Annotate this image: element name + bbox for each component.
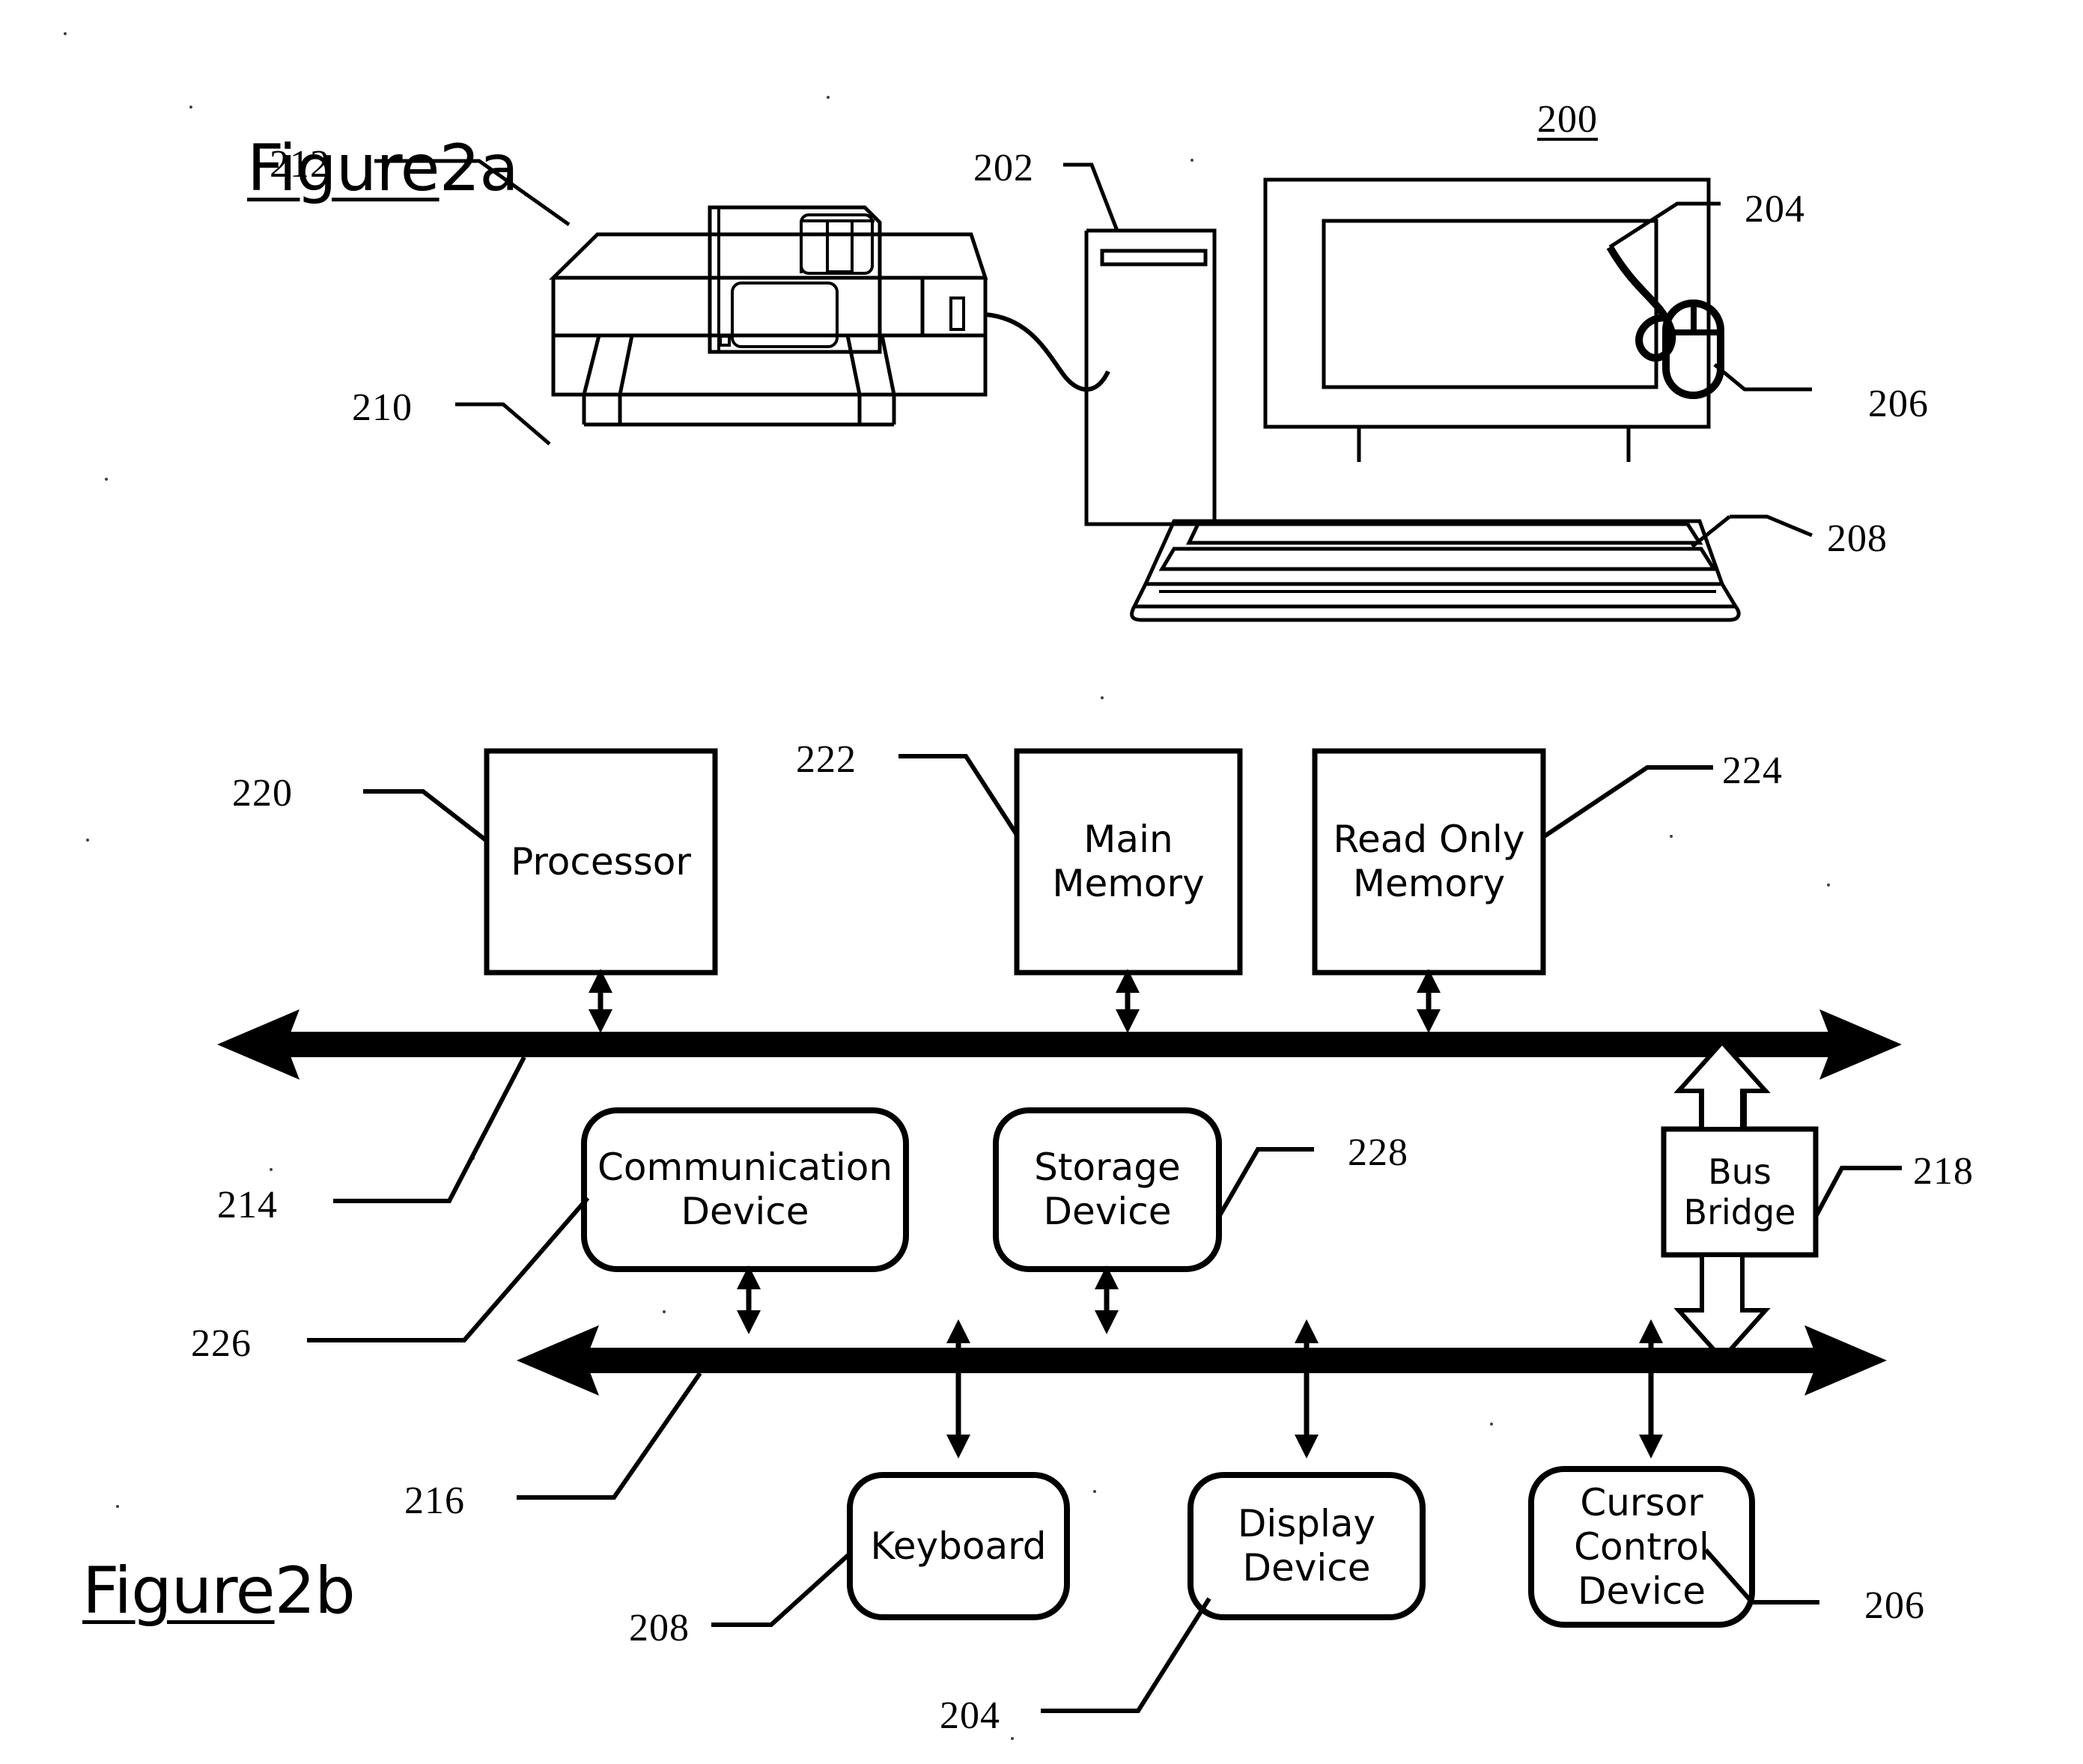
scan-speck (827, 96, 830, 99)
scan-speck (1190, 159, 1193, 162)
scan-speck (1101, 696, 1104, 699)
scan-speck (524, 193, 527, 196)
leader-222 (898, 754, 1019, 836)
arrows-to-bottom-boxes (955, 1325, 1654, 1453)
scan-speck (64, 32, 67, 35)
ref-220: 220 (232, 772, 293, 815)
figure-2b-title-word: Figure (82, 1554, 276, 1628)
bus-bridge-hollow-arrow-down (1673, 1253, 1771, 1363)
leader-226 (307, 1196, 590, 1342)
primary-bus-bar (217, 1009, 1902, 1080)
scan-speck (270, 1168, 273, 1171)
box-storage-device (993, 1107, 1222, 1272)
box-bus-bridge (1661, 1126, 1819, 1258)
ref-222: 222 (796, 738, 857, 781)
leader-210 (455, 402, 551, 445)
leader-218 (1813, 1166, 1902, 1218)
figure-vector-layer (217, 159, 1902, 1713)
box-cursor-control-device (1528, 1466, 1755, 1628)
ref-214: 214 (217, 1184, 278, 1226)
figure-2a-title-number: 2a (439, 131, 519, 206)
mouse-graphic (1606, 245, 1724, 399)
ref-208-bottom: 208 (629, 1607, 690, 1649)
leader-208-top (1730, 514, 1813, 538)
ref-204-top: 204 (1745, 188, 1805, 231)
scan-speck (1093, 1490, 1096, 1493)
keyboard-graphic (1130, 519, 1741, 622)
patent-drawing-page: Figure 2a Figure2b 200 202 204 206 208 21… (0, 0, 2083, 1764)
ref-200: 200 (1537, 98, 1598, 141)
ref-204-bottom: 204 (940, 1694, 1000, 1737)
printer-cable (985, 312, 1110, 392)
ref-228: 228 (1348, 1131, 1408, 1174)
ref-226: 226 (191, 1322, 252, 1365)
arrows-to-primary-bus (597, 973, 1432, 1028)
scan-speck (1011, 1737, 1014, 1740)
monitor-graphic (1263, 177, 1711, 462)
leader-206-bottom (1703, 1548, 1819, 1605)
scan-speck (663, 1310, 666, 1313)
box-main-memory (1014, 748, 1243, 976)
leader-208-bottom (711, 1551, 852, 1627)
box-processor (484, 748, 718, 976)
ref-206-bottom: 206 (1864, 1584, 1925, 1627)
ref-224: 224 (1722, 749, 1783, 792)
arrowheads-primary (589, 969, 1441, 1033)
leader-220 (363, 789, 488, 843)
scan-speck (1490, 1423, 1493, 1426)
leader-228 (1217, 1147, 1314, 1218)
leader-216 (517, 1372, 702, 1500)
ref-210: 210 (352, 386, 413, 429)
leader-204-bottom (1041, 1597, 1211, 1713)
leader-224 (1542, 765, 1713, 839)
figure-2b-title-number: 2b (274, 1554, 356, 1628)
ref-212: 212 (270, 143, 330, 186)
box-communication-device (581, 1107, 909, 1272)
scan-speck (472, 1157, 475, 1160)
ref-202: 202 (973, 147, 1034, 189)
scan-speck (116, 1505, 119, 1508)
box-read-only-memory (1312, 748, 1546, 976)
secondary-bus-bar (517, 1325, 1887, 1396)
box-display-device (1188, 1472, 1426, 1620)
leader-206-top (1713, 363, 1812, 392)
ref-218: 218 (1913, 1150, 1974, 1193)
scan-speck (1670, 835, 1673, 838)
scan-speck (1827, 883, 1830, 886)
leader-202 (1063, 162, 1119, 231)
scan-speck (86, 839, 89, 842)
figure-2b-title: Figure2b (82, 1554, 356, 1628)
arrowheads-secondary-upper (737, 1265, 1119, 1334)
printer-graphic (548, 232, 988, 427)
scan-speck (189, 106, 192, 109)
scan-speck (105, 478, 108, 481)
ref-216: 216 (404, 1479, 465, 1522)
leader-204-top (1608, 201, 1721, 249)
box-keyboard (847, 1472, 1070, 1620)
arrows-to-secondary-bus-upper (746, 1269, 1110, 1329)
leader-214 (333, 1056, 526, 1203)
ref-206-top: 206 (1868, 383, 1929, 425)
ref-208-top: 208 (1827, 517, 1888, 560)
